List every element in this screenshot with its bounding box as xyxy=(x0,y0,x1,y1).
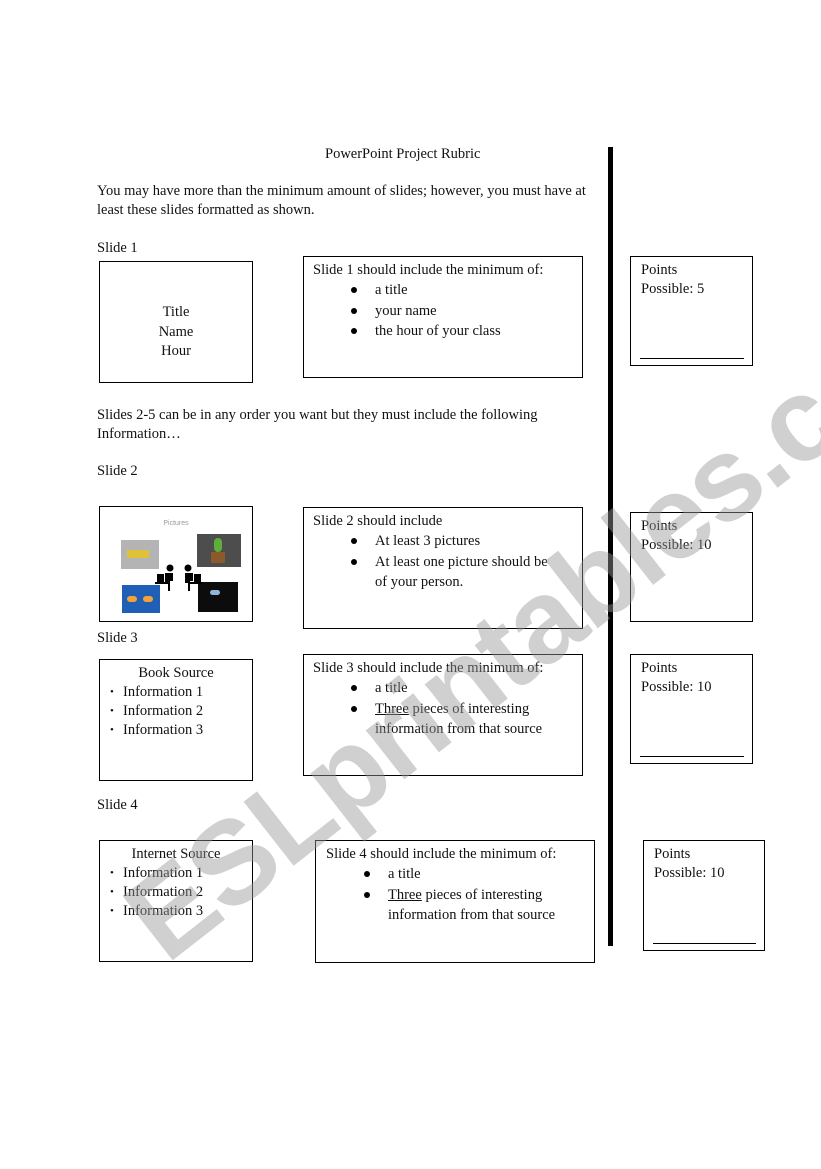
slide-3-points-box: Points Possible: 10 xyxy=(630,654,753,764)
example-slide-title: Book Source xyxy=(138,665,214,681)
slide-3-requirements: Slide 3 should include the minimum of: a… xyxy=(303,654,583,776)
vertical-divider xyxy=(608,147,613,946)
example-item: Information 2 xyxy=(100,883,252,902)
requirement-item: Three pieces of interesting information … xyxy=(326,885,586,926)
requirements-heading: Slide 4 should include the minimum of: xyxy=(326,846,557,862)
requirements-heading: Slide 1 should include the minimum of: xyxy=(313,262,544,278)
points-label: Points xyxy=(641,262,678,278)
requirement-item: Three pieces of interesting information … xyxy=(313,699,573,740)
slide-1-example: Title Name Hour xyxy=(99,261,253,383)
score-line[interactable] xyxy=(653,943,756,944)
requirement-item: a title xyxy=(313,678,573,699)
requirement-item: At least 3 pictures xyxy=(313,531,553,552)
requirements-heading: Slide 3 should include the minimum of: xyxy=(313,660,544,676)
example-line-title: Title xyxy=(162,304,190,320)
points-label: Points xyxy=(641,518,678,534)
slide-2-requirements: Slide 2 should include At least 3 pictur… xyxy=(303,507,583,629)
example-slide-title: Internet Source xyxy=(131,846,221,862)
points-label: Points xyxy=(641,660,678,676)
example-item: Information 1 xyxy=(100,683,252,702)
example-item: Information 3 xyxy=(100,721,252,740)
slide-3-label: Slide 3 xyxy=(97,630,138,646)
requirements-heading: Slide 2 should include xyxy=(313,513,443,529)
points-possible: Possible: 5 xyxy=(641,281,705,297)
points-label: Points xyxy=(654,846,691,862)
slide-4-points-box: Points Possible: 10 xyxy=(643,840,765,951)
score-line[interactable] xyxy=(640,756,744,757)
requirement-item: your name xyxy=(313,301,582,322)
page-title: PowerPoint Project Rubric xyxy=(325,146,481,162)
slide-3-example: Book Source Information 1 Information 2 … xyxy=(99,659,253,781)
slide-1-requirements: Slide 1 should include the minimum of: a… xyxy=(303,256,583,378)
requirement-item: the hour of your class xyxy=(313,321,582,342)
example-line-name: Name xyxy=(158,323,194,340)
order-note: Slides 2-5 can be in any order you want … xyxy=(97,407,538,442)
example-item: Information 1 xyxy=(100,864,252,883)
example-line-hour: Hour xyxy=(161,343,191,359)
slide-2-points-box: Points Possible: 10 xyxy=(630,512,753,622)
points-possible: Possible: 10 xyxy=(654,865,725,881)
points-possible: Possible: 10 xyxy=(641,679,712,695)
slide-2-example: Pictures xyxy=(99,506,253,622)
emphasis-three: Three xyxy=(388,886,422,903)
slide-1-label: Slide 1 xyxy=(97,240,138,256)
points-possible: Possible: 10 xyxy=(641,537,712,553)
emphasis-three: Three xyxy=(375,700,409,717)
score-line[interactable] xyxy=(640,358,744,359)
example-slide-title: Pictures xyxy=(163,520,189,527)
slide-4-label: Slide 4 xyxy=(97,797,138,813)
picture-parrot xyxy=(197,534,241,567)
requirement-item: At least one picture should be of your p… xyxy=(313,552,553,593)
requirement-item: a title xyxy=(326,864,586,885)
people-at-computers-icon xyxy=(155,564,203,591)
example-item: Information 2 xyxy=(100,702,252,721)
example-item: Information 3 xyxy=(100,902,252,921)
slide-4-example: Internet Source Information 1 Informatio… xyxy=(99,840,253,962)
requirement-item: a title xyxy=(313,280,582,301)
slide-1-points-box: Points Possible: 5 xyxy=(630,256,753,366)
intro-paragraph: You may have more than the minimum amoun… xyxy=(97,183,586,218)
slide-2-label: Slide 2 xyxy=(97,463,138,479)
slide-4-requirements: Slide 4 should include the minimum of: a… xyxy=(315,840,595,963)
